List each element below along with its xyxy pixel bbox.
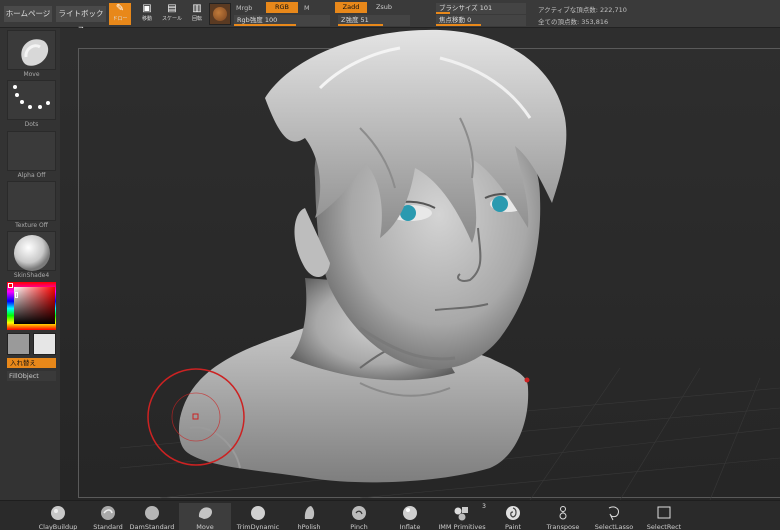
total-points-count: 全ての頂点数: 353,816 (538, 18, 609, 26)
active-points-count: アクティブな頂点数: 222,710 (538, 6, 627, 14)
brush-button-damstandard[interactable]: DamStandard (126, 503, 178, 530)
draw-tool-button[interactable]: ✎ ドロー (109, 3, 131, 25)
move-icon: ▣ (142, 3, 152, 14)
brush-label: DamStandard (129, 523, 175, 530)
inflate-icon (401, 503, 419, 521)
brush-size-label: ブラシサイズ 101 (439, 4, 493, 12)
home-page-button[interactable]: ホームページ (4, 6, 52, 22)
hpolish-icon (300, 503, 318, 521)
zadd-toggle[interactable]: Zadd (335, 2, 367, 13)
focal-shift-label: 焦点移動 0 (439, 16, 472, 24)
focal-shift-fill (436, 24, 481, 26)
trimdynamic-icon (249, 503, 267, 521)
brush-button-inflate[interactable]: Inflate (384, 503, 436, 530)
brush-label: SelectLasso (594, 523, 634, 530)
z-intensity-fill (338, 24, 383, 26)
rgb-intensity-slider[interactable]: Rgb強度 100 (234, 15, 330, 26)
draw-icon: ✎ (115, 3, 125, 14)
dots-stroke-thumbnail (7, 80, 56, 120)
rotate-label: 回転 (191, 16, 202, 22)
brush-button-pinch[interactable]: Pinch (333, 503, 385, 530)
material-slot-label: SkinShade4 (13, 272, 50, 279)
left-shelf: Move Dots Alpha Off Texture Off SkinShad… (0, 28, 60, 530)
paint-icon (504, 503, 522, 521)
move-label: 移動 (141, 16, 152, 22)
alpha-slot-label: Alpha Off (17, 172, 46, 179)
focal-shift-slider[interactable]: 焦点移動 0 (436, 15, 526, 26)
z-intensity-slider[interactable]: Z強度 51 (338, 15, 410, 26)
brush-button-transpose[interactable]: Transpose (537, 503, 589, 530)
viewport-canvas[interactable] (60, 28, 780, 500)
move-tool-button[interactable]: ▣ 移動 (136, 3, 158, 25)
brush-label: Inflate (399, 523, 421, 530)
claybuildup-icon (49, 503, 67, 521)
rgb-intensity-label: Rgb強度 100 (237, 16, 278, 24)
scale-label: スケール (161, 16, 182, 22)
fill-object-button[interactable]: FillObject (7, 371, 56, 381)
scale-tool-button[interactable]: ▤ スケール (161, 3, 183, 25)
color-picker-marker[interactable] (15, 292, 18, 298)
rgb-toggle[interactable]: RGB (266, 2, 298, 13)
standard-icon (99, 503, 117, 521)
move-brush-thumbnail (7, 30, 56, 70)
skinshade-material-thumbnail (7, 231, 56, 271)
pinch-icon (350, 503, 368, 521)
z-intensity-label: Z強度 51 (341, 16, 369, 24)
brush-label: IMM Primitives (438, 523, 486, 530)
rotate-tool-button[interactable]: ▥ 回転 (186, 3, 208, 25)
color-picker[interactable] (7, 282, 56, 330)
brush-button-selectlasso[interactable]: SelectLasso (588, 503, 640, 530)
brush-badge: 3 (482, 503, 486, 510)
rotate-icon: ▥ (192, 3, 202, 14)
rgb-intensity-fill (234, 24, 297, 26)
scale-icon: ▤ (167, 3, 177, 14)
brush-button-move[interactable]: Move (179, 503, 231, 530)
brush-label: SelectRect (646, 523, 682, 530)
secondary-color-swatch[interactable] (33, 333, 56, 355)
brush-size-slider[interactable]: ブラシサイズ 101 (436, 3, 526, 14)
selectrect-icon (655, 503, 673, 521)
damstandard-icon (143, 503, 161, 521)
right-iris (492, 196, 508, 212)
saturation-value-square[interactable] (14, 287, 55, 324)
transpose-icon (554, 503, 572, 521)
main-color-swatch[interactable] (7, 333, 30, 355)
brush-label: Pinch (350, 523, 368, 530)
draw-label: ドロー (112, 16, 128, 22)
selectlasso-icon (605, 503, 623, 521)
zsub-toggle[interactable]: Zsub (368, 2, 400, 13)
mrgb-toggle[interactable]: Mrgb (236, 4, 252, 12)
texture-slot-label: Texture Off (15, 222, 48, 229)
imm-primitives-icon (453, 503, 471, 521)
brush-label: Transpose (546, 523, 580, 530)
stroke-slot-label: Dots (24, 121, 39, 128)
color-indicator (8, 283, 13, 288)
material-swatch[interactable] (209, 3, 231, 25)
brush-label: Paint (504, 523, 522, 530)
brush-label: ClayBuildup (38, 523, 78, 530)
texture-thumbnail (7, 181, 56, 221)
brush-button-paint[interactable]: Paint (487, 503, 539, 530)
lightbox-button[interactable]: ライトボックス (56, 6, 106, 34)
brush-button-imm-primitives[interactable]: 3 IMM Primitives (436, 503, 488, 530)
brush-button-trimdynamic[interactable]: TrimDynamic (232, 503, 284, 530)
symmetry-point (524, 377, 530, 383)
alpha-thumbnail (7, 131, 56, 171)
move-icon (196, 503, 214, 521)
swap-colors-button[interactable]: 入れ替え (7, 358, 56, 368)
brush-label: TrimDynamic (236, 523, 280, 530)
brush-size-fill (436, 12, 451, 14)
sculpt-model (119, 29, 780, 500)
brush-bar: ClayBuildup Standard DamStandard Move TrimDy… (0, 500, 780, 530)
brush-button-selectrect[interactable]: SelectRect (638, 503, 690, 530)
brush-label: hPolish (297, 523, 321, 530)
brush-label: Move (196, 523, 214, 530)
top-toolbar: ホームページ ライトボックス ✎ ドロー ▣ 移動 ▤ スケール ▥ 回転 Mr… (0, 0, 780, 34)
brush-button-hpolish[interactable]: hPolish (283, 503, 335, 530)
brush-slot-label: Move (23, 71, 40, 78)
brush-button-claybuildup[interactable]: ClayBuildup (32, 503, 84, 530)
m-toggle[interactable]: M (304, 4, 310, 12)
